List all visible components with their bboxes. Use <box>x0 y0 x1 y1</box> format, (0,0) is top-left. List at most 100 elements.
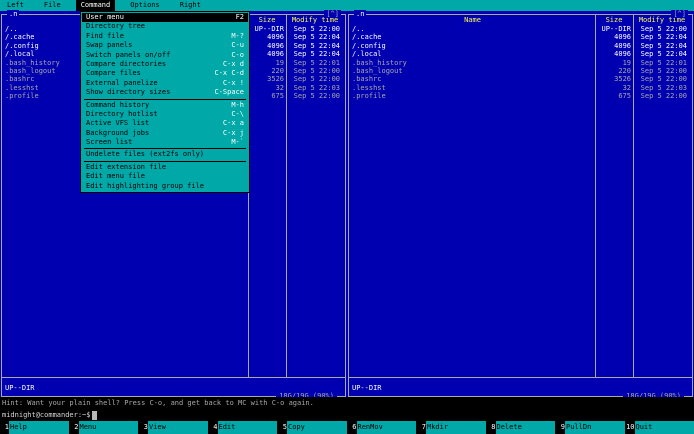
menu-item-shortcut: C-x j <box>222 128 244 137</box>
hint-line: Hint: Want your plain shell? Press C-o, … <box>0 397 694 409</box>
command-line[interactable]: midnight@commander:~$ <box>0 409 694 421</box>
file-size: 675 <box>618 92 631 101</box>
menu-item-shortcut: C-u <box>231 41 244 50</box>
file-name: .bash_logout <box>352 66 403 75</box>
file-size: 32 <box>622 83 631 92</box>
file-size: 3526 <box>614 75 631 84</box>
menu-item[interactable]: Compare files C-x C-d <box>82 69 248 78</box>
menu-item-shortcut: F2 <box>235 13 244 21</box>
file-size: UP--DIR <box>601 25 631 33</box>
file-row[interactable]: /.config 4096 Sep 5 22:04 <box>350 42 691 50</box>
menu-item[interactable]: Show directory sizes C-Space <box>82 88 248 97</box>
file-mtime: Sep 5 22:00 <box>293 66 340 75</box>
fkey-view[interactable]: 3 View <box>139 421 208 434</box>
menu-item[interactable]: Switch panels on/off C-o <box>82 51 248 60</box>
column-separator <box>633 15 634 377</box>
file-row[interactable]: /.cache 4096 Sep 5 22:04 <box>350 33 691 41</box>
menu-item[interactable]: Screen list M-` <box>82 138 248 147</box>
menu-item[interactable]: Edit highlighting group file <box>82 182 248 191</box>
menu-item[interactable]: Compare directories C-x d <box>82 60 248 69</box>
file-mtime: Sep 5 22:04 <box>293 33 340 42</box>
file-mtime: Sep 5 22:04 <box>640 41 687 50</box>
function-key-bar: 1 Help 2 Menu 3 View 4 Edit 5 Copy 6 RenMov 7 Mkdir 8 D… <box>0 421 694 434</box>
fkey-quit[interactable]: 10 Quit <box>625 421 694 434</box>
file-row[interactable]: .profile 675 Sep 5 22:00 <box>350 92 691 100</box>
menu-item[interactable]: User menu F2 <box>82 13 248 23</box>
menu-item-label: Background jobs <box>86 128 150 137</box>
file-size: 4096 <box>267 50 284 59</box>
file-name: /.config <box>352 41 386 50</box>
menu-item[interactable]: Undelete files (ext2fs only) <box>82 150 248 159</box>
menu-item-shortcut: C-x a <box>222 119 244 128</box>
file-size: 220 <box>618 66 631 75</box>
menu-item-label: Compare directories <box>86 59 167 68</box>
menu-item-label: External panelize <box>86 78 158 87</box>
menu-item-label: Switch panels on/off <box>86 50 171 59</box>
panel-history-icon[interactable]: [^] <box>324 10 341 19</box>
file-row[interactable]: .bash_history 19 Sep 5 22:01 <box>350 59 691 67</box>
menu-item-label: Active VFS list <box>86 119 150 128</box>
file-size: 4096 <box>267 41 284 50</box>
menu-item[interactable]: Directory hotlist C-\ <box>82 110 248 119</box>
file-mtime: Sep 5 22:00 <box>640 75 687 84</box>
file-mtime: Sep 5 22:00 <box>293 75 340 84</box>
fkey-mkdir[interactable]: 7 Mkdir <box>417 421 486 434</box>
file-size: 220 <box>271 66 284 75</box>
menu-item-shortcut: C-x d <box>222 59 244 68</box>
command-menu-dropdown: User menu F2 Directory tree Find file M-? Swa… <box>80 11 250 194</box>
menu-item[interactable]: Directory tree <box>82 22 248 31</box>
menu-item[interactable]: Background jobs C-x j <box>82 129 248 138</box>
fkey-label: Copy <box>287 421 347 434</box>
fkey-number: 6 <box>347 421 357 434</box>
fkey-delete[interactable]: 8 Delete <box>486 421 555 434</box>
menubar-item-file[interactable]: File <box>39 0 66 10</box>
menu-item[interactable]: Swap panels C-u <box>82 41 248 50</box>
sort-indicator[interactable]: .n <box>354 10 367 19</box>
file-size: 19 <box>275 58 284 67</box>
file-mtime: Sep 5 22:00 <box>640 25 687 33</box>
fkey-pulldn[interactable]: 9 PullDn <box>556 421 625 434</box>
panel-history-icon[interactable]: [^] <box>671 10 688 19</box>
mc-screen: LeftFileCommandOptionsRight .n [^] Name … <box>0 0 694 434</box>
menubar-item-options[interactable]: Options <box>125 0 165 10</box>
menu-item[interactable]: Edit extension file <box>82 163 248 172</box>
menubar-item-right[interactable]: Right <box>175 0 206 10</box>
file-row[interactable]: .bash_logout 220 Sep 5 22:00 <box>350 67 691 75</box>
mini-status: UP--DIR <box>5 383 35 392</box>
fkey-renmov[interactable]: 6 RenMov <box>347 421 416 434</box>
fkey-copy[interactable]: 5 Copy <box>278 421 347 434</box>
fkey-help[interactable]: 1 Help <box>0 421 69 434</box>
menu-item[interactable]: Command history M-h <box>82 101 248 110</box>
menu-item-label: Command history <box>86 100 150 109</box>
menu-item[interactable]: Edit menu file <box>82 172 248 181</box>
sort-indicator[interactable]: .n <box>7 10 20 19</box>
column-header-size[interactable]: Size <box>248 16 286 24</box>
mini-status: UP--DIR <box>352 383 382 392</box>
file-name: .bash_history <box>352 58 407 67</box>
menu-item-label: Edit menu file <box>86 172 146 181</box>
menubar-item-command[interactable]: Command <box>75 0 116 11</box>
file-row[interactable]: /.local 4096 Sep 5 22:04 <box>350 50 691 58</box>
menu-item-shortcut: M-` <box>231 138 244 147</box>
menu-item[interactable]: Active VFS list C-x a <box>82 119 248 128</box>
file-mtime: Sep 5 22:01 <box>293 58 340 67</box>
menu-item-label: Directory tree <box>86 22 146 31</box>
menu-item-shortcut: M-? <box>231 31 244 40</box>
fkey-edit[interactable]: 4 Edit <box>208 421 277 434</box>
file-row[interactable]: .lesshst 32 Sep 5 22:03 <box>350 84 691 92</box>
column-header-size[interactable]: Size <box>595 16 633 24</box>
menu-item[interactable]: External panelize C-x ! <box>82 79 248 88</box>
menu-item-shortcut: C-\ <box>231 109 244 118</box>
fkey-number: 9 <box>556 421 565 434</box>
fkey-menu[interactable]: 2 Menu <box>69 421 138 434</box>
fkey-number: 8 <box>486 421 496 434</box>
file-row[interactable]: /.. UP--DIR Sep 5 22:00 <box>350 25 691 33</box>
shell-prompt: midnight@commander:~$ <box>2 411 91 419</box>
file-mtime: Sep 5 22:04 <box>640 50 687 59</box>
file-row[interactable]: .bashrc 3526 Sep 5 22:00 <box>350 75 691 83</box>
menu-item[interactable]: Find file M-? <box>82 32 248 41</box>
file-mtime: Sep 5 22:04 <box>293 41 340 50</box>
column-header-name[interactable]: Name <box>350 16 595 24</box>
menu-item-shortcut: M-h <box>231 100 244 109</box>
fkey-number: 4 <box>208 421 218 434</box>
